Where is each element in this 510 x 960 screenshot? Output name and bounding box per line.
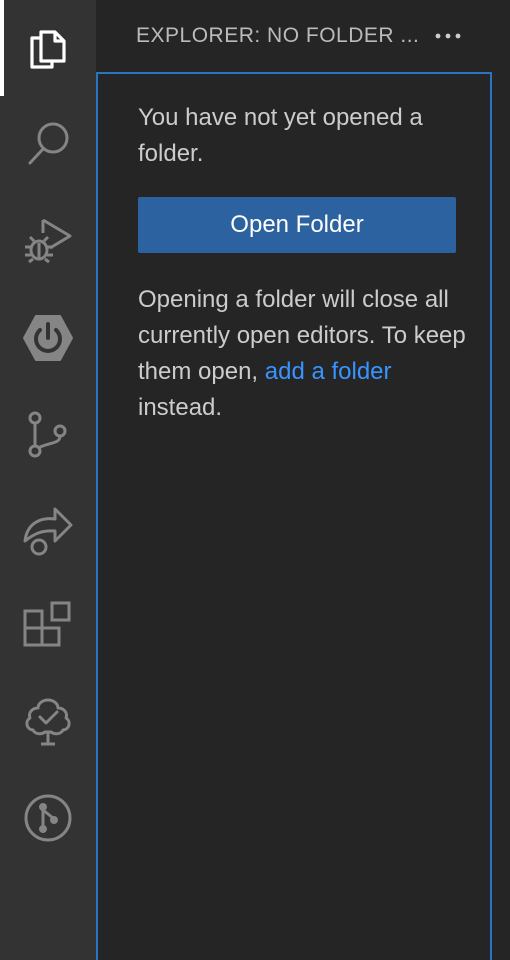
sidebar-header: EXPLORER: NO FOLDER ... bbox=[96, 0, 510, 72]
extensions-icon bbox=[23, 601, 71, 647]
git-circle-icon bbox=[24, 794, 72, 842]
activity-power[interactable] bbox=[0, 290, 96, 386]
activity-source-control[interactable] bbox=[0, 386, 96, 482]
source-control-icon bbox=[28, 411, 67, 458]
activity-search[interactable] bbox=[0, 96, 96, 192]
open-folder-note: Opening a folder will close all currentl… bbox=[138, 282, 468, 426]
activity-share[interactable] bbox=[0, 482, 96, 578]
activity-extensions[interactable] bbox=[0, 578, 96, 674]
empty-folder-message: You have not yet opened a folder. bbox=[138, 104, 423, 167]
activity-tree-check[interactable] bbox=[0, 674, 96, 770]
search-icon bbox=[28, 122, 69, 165]
activity-bar bbox=[0, 0, 96, 960]
activity-git-graph[interactable] bbox=[0, 770, 96, 866]
vscode-window: EXPLORER: NO FOLDER ... You have not yet… bbox=[0, 0, 510, 960]
note-suffix: instead. bbox=[138, 394, 223, 421]
add-folder-link[interactable]: add a folder bbox=[265, 358, 392, 385]
sidebar-title: EXPLORER: NO FOLDER ... bbox=[136, 24, 420, 47]
explorer-sidebar: EXPLORER: NO FOLDER ... You have not yet… bbox=[96, 0, 510, 960]
power-hexagon-icon bbox=[23, 315, 73, 361]
activity-run-debug[interactable] bbox=[0, 190, 96, 286]
ellipsis-icon bbox=[435, 33, 461, 39]
files-icon bbox=[30, 30, 66, 69]
open-folder-button[interactable]: Open Folder bbox=[138, 197, 456, 253]
run-debug-icon bbox=[25, 218, 72, 264]
explorer-view-pane: You have not yet opened a folder. Open F… bbox=[96, 72, 492, 960]
more-actions-button[interactable] bbox=[430, 18, 466, 54]
activity-explorer[interactable] bbox=[0, 0, 96, 96]
tree-check-icon bbox=[25, 698, 71, 746]
share-arrow-icon bbox=[23, 507, 73, 556]
